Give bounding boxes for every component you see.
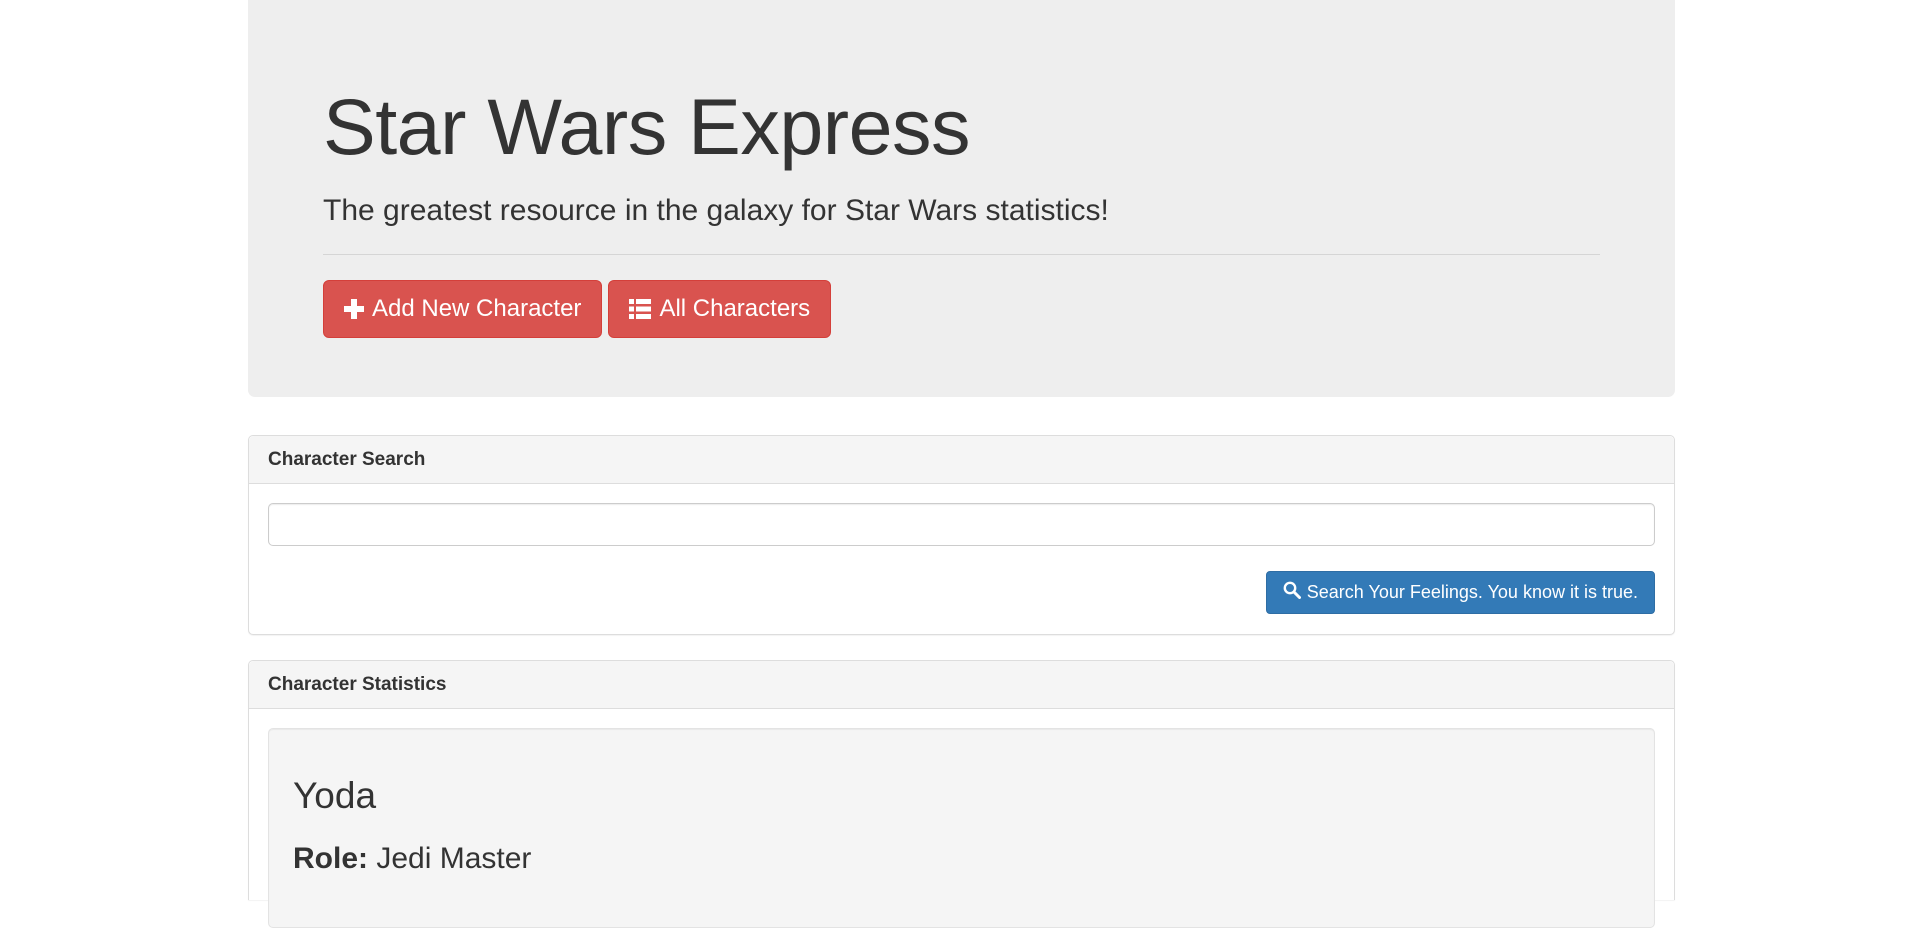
role-value: Jedi Master: [376, 842, 532, 875]
character-search-body: Search Your Feelings. You know it is tru…: [249, 484, 1674, 633]
main-container: Star Wars Express The greatest resource …: [248, 0, 1675, 928]
search-icon: [1283, 581, 1301, 604]
character-statistics-heading: Character Statistics: [249, 661, 1674, 709]
search-button-label: Search Your Feelings. You know it is tru…: [1306, 582, 1638, 602]
plus-icon: [344, 299, 364, 319]
add-new-character-label: Add New Character: [372, 295, 582, 322]
character-statistics-body: Yoda Role: Jedi Master: [249, 709, 1674, 947]
page-title: Star Wars Express: [323, 82, 971, 171]
character-card: Yoda Role: Jedi Master: [268, 728, 1655, 928]
character-search-heading: Character Search: [249, 436, 1674, 484]
search-button[interactable]: Search Your Feelings. You know it is tru…: [1265, 571, 1655, 614]
role-label: Role:: [293, 842, 368, 875]
action-buttons: Add New Character All Characters: [323, 280, 1600, 338]
all-characters-label: All Characters: [659, 295, 811, 322]
list-icon: [629, 299, 652, 319]
character-statistics-panel: Character Statistics Yoda Role: Jedi Mas…: [248, 660, 1675, 928]
character-name: Yoda: [293, 775, 377, 816]
character-search-panel: Character Search Search Your Feelings. Y…: [248, 435, 1675, 635]
character-role: Role: Jedi Master: [293, 841, 1630, 877]
divider: [323, 254, 1600, 255]
all-characters-button[interactable]: All Characters: [608, 280, 832, 338]
character-search-input[interactable]: [268, 503, 1655, 546]
search-button-row: Search Your Feelings. You know it is tru…: [268, 571, 1655, 614]
page-lead: The greatest resource in the galaxy for …: [323, 194, 1109, 227]
add-new-character-button[interactable]: Add New Character: [323, 280, 603, 338]
jumbotron: Star Wars Express The greatest resource …: [248, 0, 1675, 397]
